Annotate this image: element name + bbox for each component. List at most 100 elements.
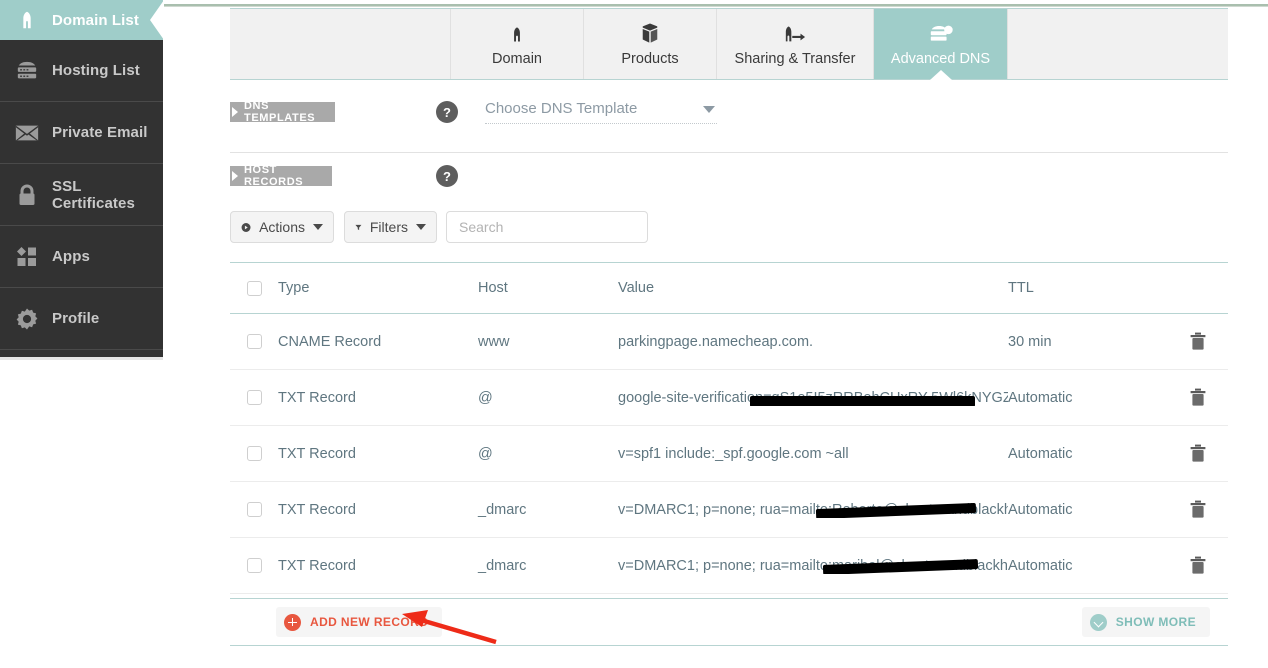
chevron-down-circle-icon <box>1089 613 1107 631</box>
column-header-host: Host <box>478 280 508 296</box>
tabbar-left-spacer <box>230 9 451 79</box>
filters-button[interactable]: Filters <box>344 211 437 243</box>
column-header-value: Value <box>618 280 655 296</box>
search-input[interactable] <box>457 218 642 236</box>
dns-templates-help-icon[interactable]: ? <box>436 101 458 123</box>
apps-icon <box>12 243 42 271</box>
trash-icon[interactable] <box>1189 444 1207 464</box>
row-checkbox[interactable] <box>246 502 262 517</box>
dns-template-select[interactable]: Choose DNS Template <box>485 100 717 124</box>
sidebar-item-label: Hosting List <box>52 62 140 79</box>
sidebar-shadow <box>0 357 163 360</box>
sidebar-item-label: Domain List <box>52 11 139 29</box>
cell-ttl: Automatic <box>1008 389 1073 406</box>
cell-ttl: Automatic <box>1008 445 1073 462</box>
sidebar-item-ssl-certificates[interactable]: SSL Certificates <box>0 164 163 226</box>
table-row: TXT Record _dmarc v=DMARC1; p=none; rua=ma… <box>230 482 1228 538</box>
table-header-row: Type Host Value TTL <box>230 262 1228 314</box>
chevron-down-icon <box>703 106 715 113</box>
cell-host: www <box>478 333 510 350</box>
trash-icon[interactable] <box>1189 500 1207 520</box>
tab-advanced-dns[interactable]: Advanced DNS <box>874 9 1007 80</box>
cell-value: parkingpage.namecheap.com. <box>618 333 814 350</box>
sidebar-item-hosting-list[interactable]: Hosting List <box>0 40 163 102</box>
row-select-cell <box>230 390 278 405</box>
select-all-checkbox[interactable] <box>246 280 262 296</box>
tabbar-right-spacer <box>1007 9 1228 79</box>
play-circle-icon <box>241 222 251 232</box>
sidebar-item-domain-list[interactable]: Domain List <box>0 0 164 40</box>
sidebar-item-label: Private Email <box>52 124 148 141</box>
actions-button[interactable]: Actions <box>230 211 334 243</box>
row-checkbox[interactable] <box>246 390 262 405</box>
cell-type: TXT Record <box>278 389 356 406</box>
tab-domain[interactable]: Domain <box>451 9 584 79</box>
host-records-flag: HOST RECORDS <box>230 164 332 188</box>
cell-ttl: Automatic <box>1008 501 1073 518</box>
row-select-cell <box>230 446 278 461</box>
sidebar-item-label: Profile <box>52 310 100 327</box>
dns-templates-flag-label: DNS TEMPLATES <box>244 100 316 124</box>
cell-host: @ <box>478 445 493 462</box>
cell-type: TXT Record <box>278 557 356 574</box>
funnel-icon <box>355 224 362 230</box>
main-content: Domain Products Sharing & Transfer Advan… <box>230 0 1230 668</box>
tab-label: Products <box>621 51 679 67</box>
actions-button-label: Actions <box>259 219 305 235</box>
row-checkbox[interactable] <box>246 334 262 349</box>
tab-sharing-transfer[interactable]: Sharing & Transfer <box>717 9 874 79</box>
sidebar-item-label: Apps <box>52 248 90 265</box>
row-delete-cell <box>1168 388 1228 408</box>
cell-value: google-site-verification=qS1o5I5zRRBohCH… <box>618 390 1008 406</box>
table-row: TXT Record @ v=spf1 include:_spf.google.co… <box>230 426 1228 482</box>
table-row: TXT Record @ google-site-verification=qS1o… <box>230 370 1228 426</box>
cell-value: v=DMARC1; p=none; rua=mailto:maribel@che… <box>618 557 1008 574</box>
cell-value: v=spf1 include:_spf.google.com ~all <box>618 445 849 462</box>
cell-type: TXT Record <box>278 501 356 518</box>
show-more-label: SHOW MORE <box>1115 615 1196 629</box>
tabbar: Domain Products Sharing & Transfer Advan… <box>230 8 1228 80</box>
cell-type: CNAME Record <box>278 333 382 350</box>
trash-icon[interactable] <box>1189 388 1207 408</box>
row-checkbox[interactable] <box>246 558 262 573</box>
redaction-bar <box>822 558 979 574</box>
trash-icon[interactable] <box>1189 556 1207 576</box>
tab-products[interactable]: Products <box>584 9 717 79</box>
cell-value: v=DMARC1; p=none; rua=mailto:Roberto@che… <box>618 501 1008 518</box>
server-icon <box>12 57 42 85</box>
chevron-down-icon <box>416 224 426 230</box>
tab-label: Advanced DNS <box>890 51 991 67</box>
row-checkbox[interactable] <box>246 446 262 461</box>
home-icon <box>507 21 527 45</box>
cell-type: TXT Record <box>278 445 356 462</box>
redaction-bar <box>750 395 975 406</box>
select-all-cell <box>230 280 278 296</box>
chevron-down-icon <box>313 224 323 230</box>
host-records-help-icon[interactable]: ? <box>436 165 458 187</box>
help-glyph: ? <box>443 168 451 184</box>
add-new-record-button[interactable]: ADD NEW RECORD <box>276 607 443 637</box>
row-delete-cell <box>1168 500 1228 520</box>
search-box[interactable] <box>446 211 648 243</box>
redaction-bar <box>815 502 977 518</box>
tab-label: Sharing & Transfer <box>734 51 856 67</box>
plus-circle-icon <box>284 613 301 631</box>
cell-ttl: 30 min <box>1008 333 1052 350</box>
row-delete-cell <box>1168 332 1228 352</box>
row-select-cell <box>230 502 278 517</box>
table-footer: ADD NEW RECORD SHOW MORE <box>230 598 1228 646</box>
page-root: Domain List Hosting List Private Email S… <box>0 0 1268 668</box>
table-body: CNAME Record www parkingpage.namecheap.com… <box>230 314 1228 594</box>
trash-icon[interactable] <box>1189 332 1207 352</box>
row-delete-cell <box>1168 556 1228 576</box>
cell-host: _dmarc <box>478 557 527 574</box>
column-header-type: Type <box>278 280 310 296</box>
sidebar-item-profile[interactable]: Profile <box>0 288 163 350</box>
show-more-button[interactable]: SHOW MORE <box>1081 607 1210 637</box>
sidebar-item-apps[interactable]: Apps <box>0 226 163 288</box>
sidebar-item-private-email[interactable]: Private Email <box>0 102 163 164</box>
dns-templates-flag: DNS TEMPLATES <box>230 100 335 124</box>
tab-label: Domain <box>492 51 542 67</box>
table-row: TXT Record _dmarc v=DMARC1; p=none; rua=ma… <box>230 538 1228 594</box>
cell-host: @ <box>478 389 493 406</box>
